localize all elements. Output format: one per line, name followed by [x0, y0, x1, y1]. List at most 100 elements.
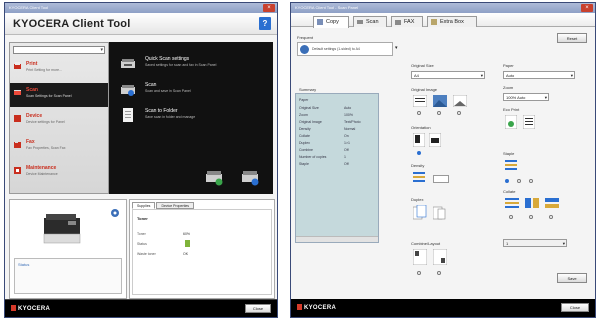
supply-value: 60%: [183, 232, 191, 236]
horizontal-scrollbar[interactable]: [296, 236, 378, 242]
gear-icon[interactable]: [110, 208, 120, 218]
close-button[interactable]: Close: [561, 303, 589, 312]
original-size-select[interactable]: A4 ▾: [411, 71, 485, 79]
tab-fax[interactable]: FAX: [391, 16, 423, 27]
staple-label: Staple: [503, 151, 515, 156]
combine-radio[interactable]: [417, 271, 421, 275]
print-icon: [14, 62, 21, 69]
action-desc: Scan and save in Scan Panel: [145, 89, 191, 93]
collate-radio[interactable]: [549, 215, 553, 219]
photo-image-icon[interactable]: [433, 95, 447, 107]
collate-radio[interactable]: [529, 215, 533, 219]
chevron-down-icon: ▾: [562, 241, 565, 246]
staple-radio[interactable]: [505, 179, 509, 183]
summary-value: Text/Photo: [344, 120, 361, 124]
eco-off-icon[interactable]: [523, 115, 535, 129]
nav-item-scan[interactable]: Scan Scan Settings for Scan Panel: [10, 83, 108, 107]
supply-value: OK: [183, 252, 189, 256]
tab-label: Extra Box: [440, 19, 464, 25]
duplex-icon[interactable]: [413, 205, 427, 221]
orientation-label: Orientation: [411, 125, 431, 130]
summary-key: Number of copies: [299, 155, 327, 159]
density-icon[interactable]: [413, 171, 425, 185]
action-scan[interactable]: Scan Scan and save in Scan Panel: [121, 80, 261, 104]
save-button[interactable]: Save: [557, 273, 587, 283]
scanner-icon: [121, 85, 135, 96]
landscape-icon[interactable]: [429, 133, 441, 147]
document-icon: [123, 108, 133, 122]
collate-icon[interactable]: [505, 197, 519, 211]
copy-icon: [317, 19, 323, 25]
device-select[interactable]: ▾: [13, 46, 105, 54]
nav-label: Scan: [26, 87, 38, 93]
tab-copy[interactable]: Copy: [313, 16, 349, 28]
action-scan-to-folder[interactable]: Scan to Folder Save scan in folder and m…: [121, 106, 261, 130]
nav-item-fax[interactable]: Fax Fax Properties, Scan Fax: [10, 135, 108, 159]
orientation-radio[interactable]: [417, 151, 421, 155]
copies-select[interactable]: 1 ▾: [503, 239, 567, 247]
collate-radio[interactable]: [509, 215, 513, 219]
nav-item-print[interactable]: Print Print Setting for more...: [10, 57, 108, 81]
scan-icon: [357, 20, 363, 24]
tab-extra-box[interactable]: Extra Box: [427, 16, 477, 27]
tab-supplies[interactable]: Supplies: [132, 202, 156, 209]
portrait-icon[interactable]: [413, 133, 425, 147]
nav-item-maintenance[interactable]: Maintenance Device Maintenance: [10, 161, 108, 185]
paper-select[interactable]: Auto ▾: [503, 71, 575, 79]
combine-layout-icon[interactable]: [433, 249, 447, 265]
tab-label: Scan: [366, 19, 379, 25]
image-radio[interactable]: [437, 111, 441, 115]
chevron-down-icon: ▾: [570, 73, 573, 78]
supply-label: Status: [137, 242, 147, 246]
nav-label: Print: [26, 61, 38, 67]
nav-desc: Fax Properties, Scan Fax: [26, 146, 66, 150]
brand-text: KYOCERA: [18, 306, 51, 312]
staple-radio[interactable]: [517, 179, 521, 183]
tab-device-properties[interactable]: Device Properties: [156, 202, 195, 209]
scanner-settings-icon[interactable]: [241, 168, 259, 186]
supplies-panel: Supplies Device Properties Toner Toner 6…: [129, 199, 275, 299]
eco-print-icon[interactable]: [505, 115, 517, 129]
kyocera-logo-icon: [297, 304, 302, 310]
close-icon[interactable]: ×: [263, 4, 275, 12]
summary-key: Combine: [299, 148, 314, 152]
profile-input[interactable]: Default settings (1-sided) to A4: [297, 42, 393, 56]
reset-button[interactable]: Reset: [557, 33, 587, 43]
staple-radio[interactable]: [529, 179, 533, 183]
tab-label: FAX: [404, 19, 415, 25]
image-radio[interactable]: [457, 111, 461, 115]
supplies-tabs: Supplies Device Properties: [132, 202, 195, 209]
duplex-option-icon[interactable]: [433, 205, 447, 221]
zoom-select[interactable]: 100% Auto ▾: [503, 93, 549, 101]
brand-logo: KYOCERA: [297, 304, 336, 311]
summary-value: Off: [344, 148, 349, 152]
summary-value: Normal: [344, 127, 356, 131]
summary-label: Summary: [299, 87, 317, 92]
action-quick-scan[interactable]: Quick Scan settings Saved settings for s…: [121, 54, 261, 78]
scanner-add-icon[interactable]: [205, 168, 223, 186]
action-desc: Saved settings for scan and fax in Scan …: [145, 63, 217, 67]
summary-key: Original Size: [299, 106, 319, 110]
printer-image: [43, 214, 81, 244]
density-stepper[interactable]: [433, 175, 449, 183]
text-image-icon[interactable]: [413, 95, 427, 107]
staple-icon[interactable]: [505, 159, 517, 173]
nav-desc: Device Maintenance: [26, 172, 58, 176]
group-icon[interactable]: [545, 197, 559, 211]
combine-icon[interactable]: [413, 249, 427, 265]
map-image-icon[interactable]: [453, 95, 467, 107]
combine-radio[interactable]: [437, 271, 441, 275]
summary-key: Density: [299, 127, 311, 131]
nav-label: Maintenance: [26, 165, 57, 171]
nav-item-device[interactable]: Device Device settings for Panel: [10, 109, 108, 133]
chevron-down-icon[interactable]: ▾: [395, 45, 398, 51]
close-icon[interactable]: ×: [581, 4, 593, 12]
image-radio[interactable]: [417, 111, 421, 115]
supply-label: Waste toner: [137, 252, 156, 256]
footer: KYOCERA Close: [291, 299, 595, 317]
help-button[interactable]: ?: [259, 17, 271, 30]
action-desc: Save scan in folder and manage: [145, 115, 196, 119]
uncollate-icon[interactable]: [525, 197, 539, 211]
close-button[interactable]: Close: [245, 304, 271, 313]
tab-scan[interactable]: Scan: [353, 16, 387, 27]
